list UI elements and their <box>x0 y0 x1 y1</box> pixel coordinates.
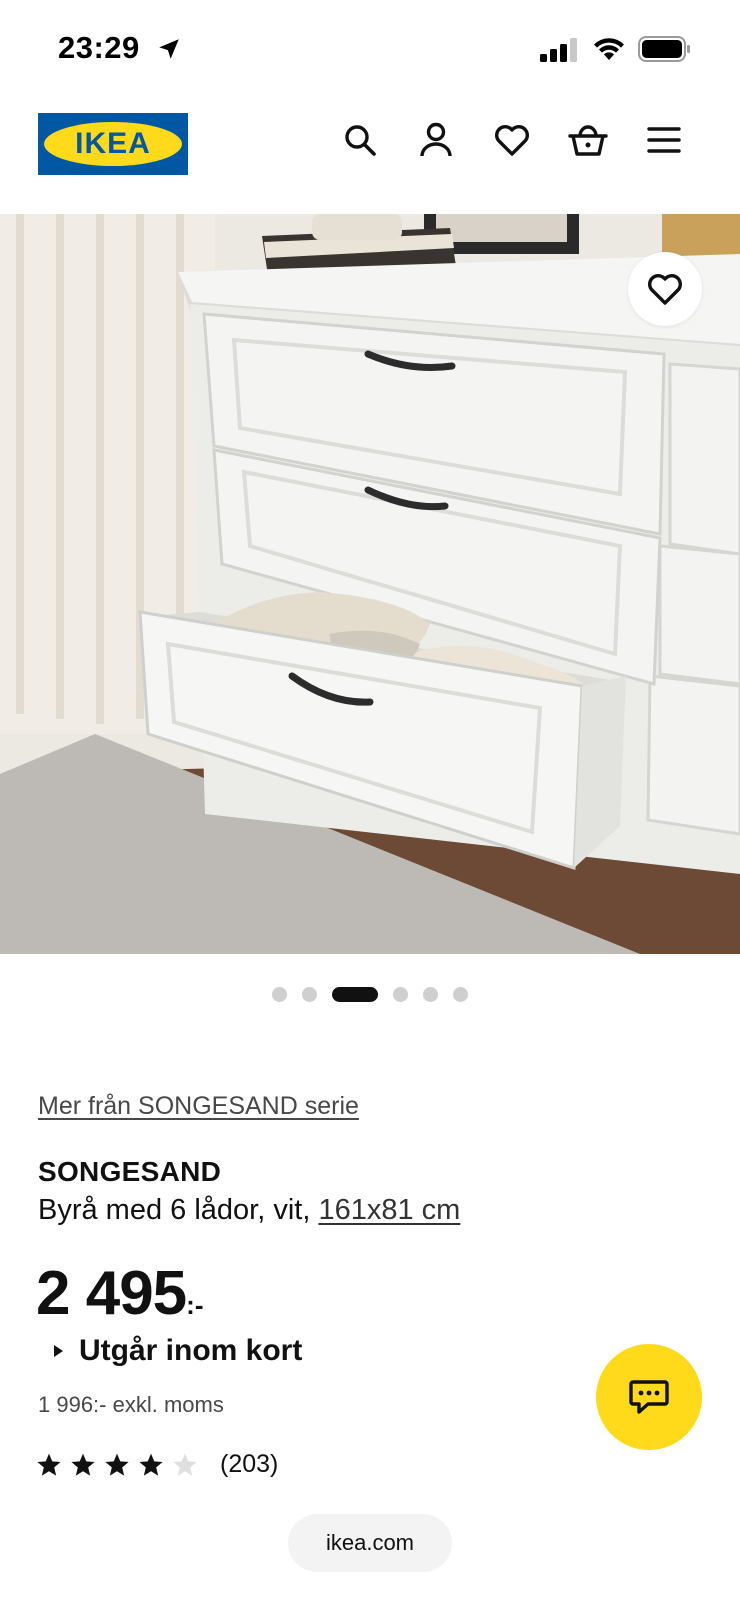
carousel-dot[interactable] <box>272 986 287 1002</box>
star-icon <box>37 1453 61 1476</box>
star-icon <box>139 1453 163 1476</box>
ikea-logo[interactable]: IKEA <box>38 113 188 175</box>
image-carousel-indicator <box>0 984 740 1004</box>
dresser-photo <box>0 214 740 954</box>
location-arrow-icon <box>159 39 179 59</box>
availability-toggle[interactable]: Utgår inom kort <box>54 1334 302 1368</box>
wifi-icon <box>594 38 624 60</box>
logo-oval: IKEA <box>44 122 182 166</box>
chat-button[interactable] <box>596 1344 702 1450</box>
series-link[interactable]: Mer från SONGESAND serie <box>38 1092 359 1121</box>
product-image[interactable] <box>0 214 740 954</box>
carousel-dot[interactable] <box>332 986 378 1002</box>
caret-right-icon <box>54 1345 63 1357</box>
carousel-dot[interactable] <box>453 986 468 1002</box>
price-excl-vat: 1 996:- exkl. moms <box>38 1392 224 1417</box>
product-description: Byrå med 6 lådor, vit, 161x81 cm <box>38 1194 460 1227</box>
carousel-dot[interactable] <box>302 986 317 1002</box>
search-icon[interactable] <box>340 120 380 160</box>
availability-text: Utgår inom kort <box>79 1334 303 1367</box>
status-bar: 23:29 <box>0 0 740 96</box>
heart-icon <box>648 274 682 305</box>
browser-url-bar[interactable]: ikea.com <box>288 1514 452 1572</box>
heart-icon[interactable] <box>492 120 532 160</box>
carousel-dot[interactable] <box>393 986 408 1002</box>
save-to-favourites-button[interactable] <box>628 252 702 326</box>
basket-icon[interactable] <box>568 120 608 160</box>
account-icon[interactable] <box>416 120 456 160</box>
product-rating[interactable]: (203) <box>36 1450 278 1479</box>
logo-text: IKEA <box>75 127 151 160</box>
status-time: 23:29 <box>58 30 140 65</box>
price-suffix: :- <box>186 1290 204 1320</box>
product-dimensions-link[interactable]: 161x81 cm <box>318 1194 460 1226</box>
rating-count: (203) <box>220 1450 279 1478</box>
price-integer: 2 495 <box>36 1259 187 1328</box>
battery-icon <box>638 36 690 62</box>
star-icon <box>173 1453 197 1476</box>
product-description-text: Byrå med 6 lådor, vit, <box>38 1194 319 1226</box>
star-icon <box>71 1453 95 1476</box>
product-price: 2 495:- <box>36 1258 203 1329</box>
chat-icon <box>629 1380 669 1414</box>
browser-url: ikea.com <box>325 1530 415 1555</box>
site-header: IKEA <box>0 96 740 214</box>
cellular-signal-icon <box>540 38 577 62</box>
star-icon <box>105 1453 129 1476</box>
carousel-dot[interactable] <box>423 986 438 1002</box>
menu-icon[interactable] <box>644 120 684 160</box>
product-name: SONGESAND <box>38 1156 222 1187</box>
